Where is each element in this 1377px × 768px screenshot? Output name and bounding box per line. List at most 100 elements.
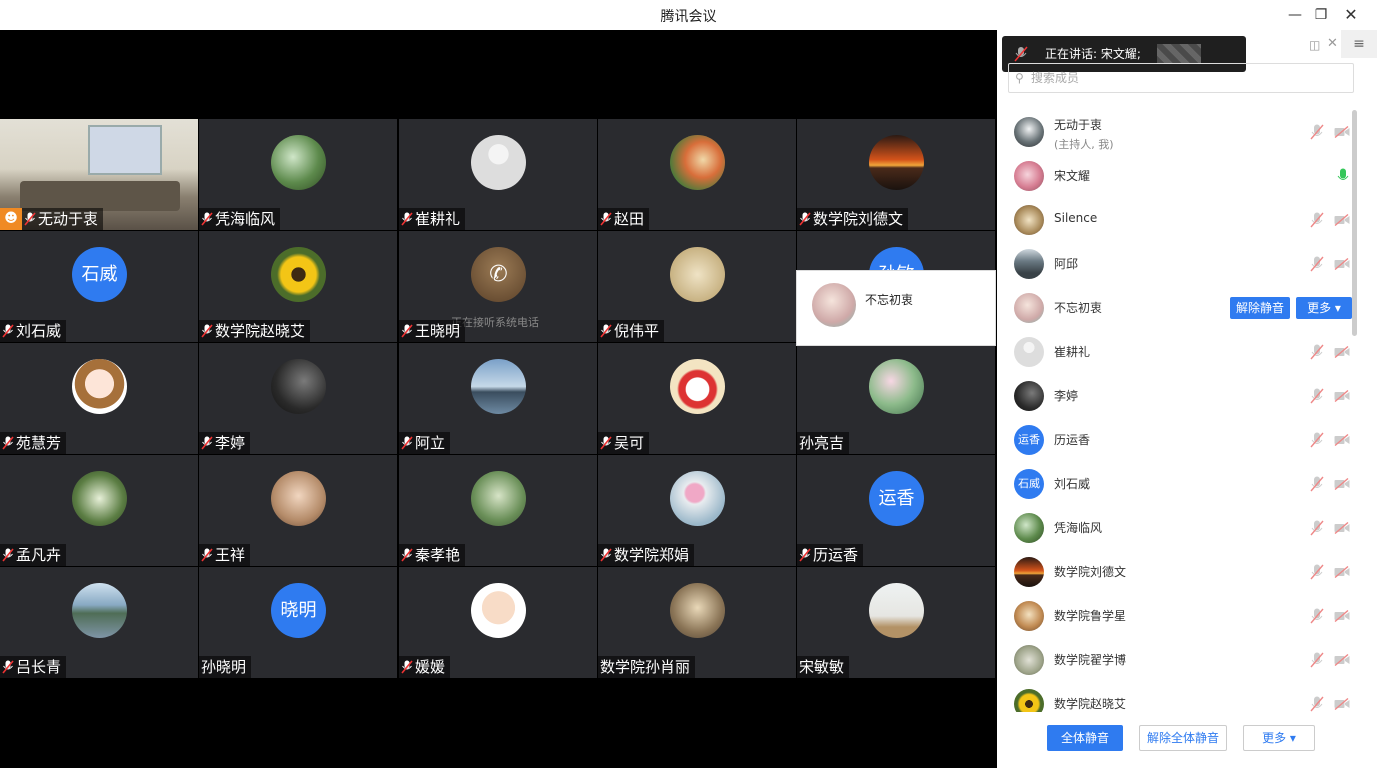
mic-muted-icon bbox=[600, 436, 612, 450]
panel-close-icon[interactable]: ✕ bbox=[1327, 36, 1338, 51]
video-tile[interactable]: 媛媛 bbox=[399, 567, 597, 678]
mic-muted-icon[interactable] bbox=[1310, 256, 1324, 272]
camera-off-icon[interactable] bbox=[1334, 258, 1350, 270]
video-tile[interactable]: 数学院赵晓艾 bbox=[199, 231, 397, 342]
video-tile[interactable]: 王祥 bbox=[199, 455, 397, 566]
camera-off-icon[interactable] bbox=[1334, 390, 1350, 402]
member-list-scrollbar[interactable] bbox=[1352, 110, 1357, 336]
camera-off-icon[interactable] bbox=[1334, 566, 1350, 578]
video-tile[interactable]: ✆ 正在接听系统电话 王晓明 bbox=[399, 231, 597, 342]
video-tile[interactable]: 倪伟平 bbox=[598, 231, 796, 342]
mic-muted-icon bbox=[799, 212, 811, 226]
mic-muted-icon[interactable] bbox=[1310, 432, 1324, 448]
video-tile[interactable]: 吴可 bbox=[598, 343, 796, 454]
participant-name: 王晓明 bbox=[399, 320, 466, 342]
camera-off-icon[interactable] bbox=[1334, 214, 1350, 226]
mic-muted-icon[interactable] bbox=[1310, 520, 1324, 536]
projector-screen bbox=[88, 125, 162, 175]
participant-avatar bbox=[670, 471, 725, 526]
video-tile[interactable]: 数学院郑娟 bbox=[598, 455, 796, 566]
video-tile[interactable]: 崔耕礼 bbox=[399, 119, 597, 230]
popup-avatar bbox=[812, 283, 856, 327]
participant-name: 吕长青 bbox=[0, 656, 67, 678]
video-tile[interactable]: 晓明 孙晓明 bbox=[199, 567, 397, 678]
video-tile[interactable]: ☻ 无动于衷 bbox=[0, 119, 198, 230]
video-tile[interactable]: 孟凡卉 bbox=[0, 455, 198, 566]
member-row[interactable]: 运香 历运香 bbox=[1010, 418, 1354, 462]
video-tile[interactable]: 李婷 bbox=[199, 343, 397, 454]
member-avatar bbox=[1014, 205, 1044, 235]
member-row[interactable]: Silence bbox=[1010, 198, 1354, 242]
participant-name: ☻ 无动于衷 bbox=[0, 208, 104, 230]
mic-muted-icon[interactable] bbox=[1310, 212, 1324, 228]
mic-muted-icon[interactable] bbox=[1310, 124, 1324, 140]
camera-off-icon[interactable] bbox=[1334, 610, 1350, 622]
mic-muted-icon[interactable] bbox=[1310, 652, 1324, 668]
video-tile[interactable]: 石威 刘石威 bbox=[0, 231, 198, 342]
member-row[interactable]: 宋文耀 bbox=[1010, 154, 1354, 198]
video-tile[interactable]: 宋敏敏 bbox=[797, 567, 995, 678]
participant-name: 凭海临风 bbox=[199, 208, 281, 230]
mic-muted-icon[interactable] bbox=[1310, 696, 1324, 712]
video-tile[interactable]: 秦孝艳 bbox=[399, 455, 597, 566]
member-avatar bbox=[1014, 293, 1044, 323]
video-tile[interactable]: 吕长青 bbox=[0, 567, 198, 678]
member-row[interactable]: 凭海临风 bbox=[1010, 506, 1354, 550]
participant-name: 历运香 bbox=[797, 544, 864, 566]
popout-icon[interactable]: ◫ bbox=[1309, 38, 1320, 52]
video-tile[interactable]: 孙亮吉 bbox=[797, 343, 995, 454]
participant-name: 苑慧芳 bbox=[0, 432, 67, 454]
member-more-button[interactable]: 更多 ▾ bbox=[1296, 297, 1352, 319]
member-row[interactable]: 无动于衷 (主持人, 我) bbox=[1010, 110, 1354, 154]
video-tile[interactable]: 数学院刘德文 bbox=[797, 119, 995, 230]
video-tile[interactable]: 运香 历运香 bbox=[797, 455, 995, 566]
member-row[interactable]: 李婷 bbox=[1010, 374, 1354, 418]
member-row[interactable]: 数学院刘德文 bbox=[1010, 550, 1354, 594]
member-avatar bbox=[1014, 645, 1044, 675]
mic-muted-icon[interactable] bbox=[1310, 608, 1324, 624]
camera-off-icon[interactable] bbox=[1334, 478, 1350, 490]
mic-muted-icon bbox=[201, 436, 213, 450]
unmute-all-button[interactable]: 解除全体静音 bbox=[1139, 725, 1227, 751]
minimize-icon[interactable]: — bbox=[1284, 4, 1306, 26]
search-icon: ⚲ bbox=[1015, 71, 1024, 85]
camera-off-icon[interactable] bbox=[1334, 522, 1350, 534]
close-icon[interactable]: ✕ bbox=[1340, 4, 1362, 26]
member-name: 凭海临风 bbox=[1054, 521, 1103, 535]
unmute-member-button[interactable]: 解除静音 bbox=[1230, 297, 1290, 319]
panel-menu-icon[interactable]: ≡ bbox=[1341, 30, 1377, 58]
member-row[interactable]: 数学院翟学博 bbox=[1010, 638, 1354, 682]
mic-muted-icon[interactable] bbox=[1310, 564, 1324, 580]
camera-off-icon[interactable] bbox=[1334, 126, 1350, 138]
member-row[interactable]: 崔耕礼 bbox=[1010, 330, 1354, 374]
mic-muted-icon[interactable] bbox=[1310, 388, 1324, 404]
mic-active-icon[interactable] bbox=[1336, 168, 1350, 184]
mic-muted-icon bbox=[2, 660, 14, 674]
participant-name: 数学院赵晓艾 bbox=[199, 320, 311, 342]
participant-name: 李婷 bbox=[199, 432, 251, 454]
video-tile[interactable]: 苑慧芳 bbox=[0, 343, 198, 454]
member-avatar: 运香 bbox=[1014, 425, 1044, 455]
video-tile[interactable]: 阿立 bbox=[399, 343, 597, 454]
member-row[interactable]: 数学院鲁学星 bbox=[1010, 594, 1354, 638]
member-search-input[interactable]: ⚲ 搜索成员 bbox=[1008, 63, 1354, 93]
member-name: 阿邱 bbox=[1054, 257, 1079, 271]
mic-muted-icon[interactable] bbox=[1310, 476, 1324, 492]
camera-off-icon[interactable] bbox=[1334, 434, 1350, 446]
video-tile[interactable]: 数学院孙肖丽 bbox=[598, 567, 796, 678]
restore-icon[interactable]: ❐ bbox=[1310, 4, 1332, 26]
member-row[interactable]: 不忘初衷 解除静音 更多 ▾ bbox=[1010, 286, 1354, 330]
member-row[interactable]: 阿邱 bbox=[1010, 242, 1354, 286]
footer-more-button[interactable]: 更多 ▾ bbox=[1243, 725, 1315, 751]
camera-off-icon[interactable] bbox=[1334, 698, 1350, 710]
mute-all-button[interactable]: 全体静音 bbox=[1047, 725, 1123, 751]
participant-avatar bbox=[670, 583, 725, 638]
member-name: Silence bbox=[1054, 211, 1098, 225]
mic-muted-icon[interactable] bbox=[1310, 344, 1324, 360]
video-tile[interactable]: 凭海临风 bbox=[199, 119, 397, 230]
video-tile[interactable]: 赵田 bbox=[598, 119, 796, 230]
member-row[interactable]: 石威 刘石威 bbox=[1010, 462, 1354, 506]
camera-off-icon[interactable] bbox=[1334, 654, 1350, 666]
camera-off-icon[interactable] bbox=[1334, 346, 1350, 358]
mic-muted-icon bbox=[2, 548, 14, 562]
